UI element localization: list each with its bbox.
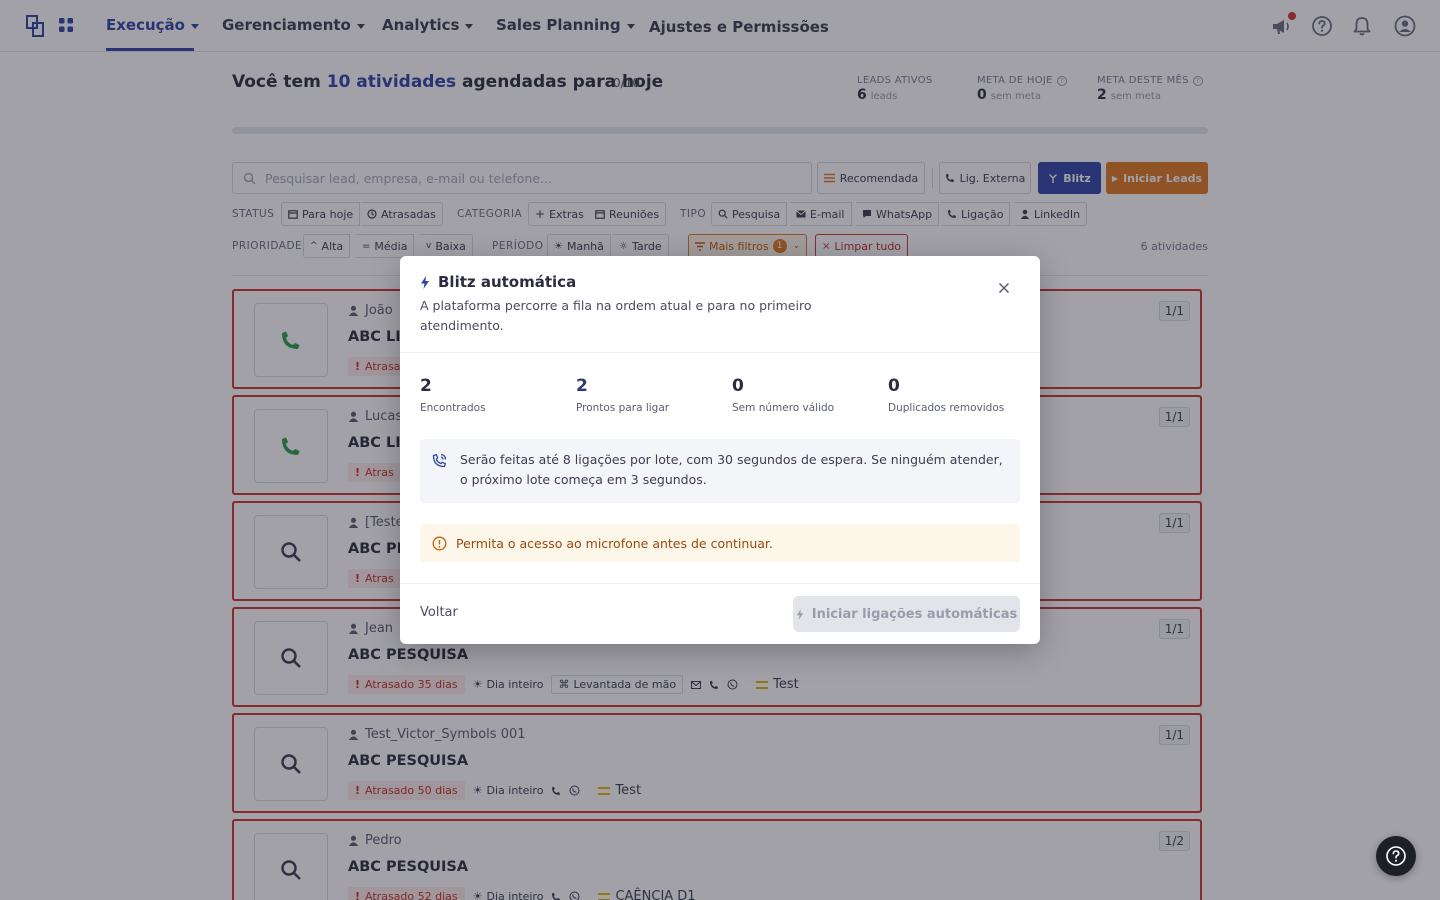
stat-label: Encontrados xyxy=(420,402,486,414)
call-info-text: Serão feitas até 8 ligações por lote, co… xyxy=(460,452,1003,487)
modal-divider xyxy=(400,583,1040,584)
modal-title: Blitz automática xyxy=(420,273,576,291)
call-info-box: Serão feitas até 8 ligações por lote, co… xyxy=(420,439,1020,503)
close-icon[interactable] xyxy=(996,280,1012,296)
modal-divider xyxy=(400,352,1040,353)
stat-invalid: 0 Sem número válido xyxy=(732,376,834,414)
stat-value: 2 xyxy=(420,376,432,396)
help-chat-button[interactable] xyxy=(1376,836,1416,876)
phone-call-icon xyxy=(432,453,447,468)
alert-circle-icon xyxy=(432,536,447,550)
stat-duplicates: 0 Duplicados removidos xyxy=(888,376,1004,414)
microphone-warning-text: Permita o acesso ao microfone antes de c… xyxy=(456,535,773,551)
lightning-icon xyxy=(421,275,429,289)
stat-label: Prontos para ligar xyxy=(576,402,670,414)
start-auto-calls-button[interactable]: Iniciar ligações automáticas xyxy=(793,596,1020,632)
stat-label: Duplicados removidos xyxy=(888,402,1005,414)
start-auto-calls-label: Iniciar ligações automáticas xyxy=(811,606,1018,622)
stat-found: 2 Encontrados xyxy=(420,376,486,414)
modal-title-text: Blitz automática xyxy=(438,273,577,291)
help-circle-icon xyxy=(1386,846,1406,866)
stat-value: 0 xyxy=(732,376,744,396)
stat-label: Sem número válido xyxy=(732,402,835,414)
stat-value: 2 xyxy=(576,376,588,396)
lightning-icon xyxy=(796,608,803,620)
blitz-modal: Blitz automática A plataforma percorre a… xyxy=(400,256,1040,644)
stat-ready: 2 Prontos para ligar xyxy=(576,376,669,414)
microphone-warning: Permita o acesso ao microfone antes de c… xyxy=(420,524,1020,562)
back-button[interactable]: Voltar xyxy=(420,605,458,620)
stat-value: 0 xyxy=(888,376,900,396)
modal-subtitle: A plataforma percorre a fila na ordem at… xyxy=(420,298,812,333)
